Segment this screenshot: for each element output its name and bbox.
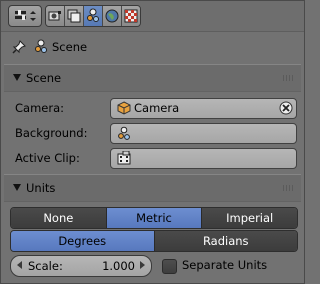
unit-system-none[interactable]: None: [11, 208, 107, 228]
camera-field[interactable]: Camera: [110, 98, 297, 119]
tab-texture[interactable]: [122, 6, 140, 26]
clear-field-icon[interactable]: [279, 101, 293, 115]
properties-editor: Scene Scene Camera: Camera Background: A…: [0, 0, 305, 284]
collapse-triangle-icon: [13, 184, 21, 191]
context-path: Scene: [1, 32, 304, 62]
scene-icon: [87, 8, 99, 22]
rotation-units-selector: Degrees Radians: [10, 230, 298, 252]
background-row: Background:: [4, 123, 301, 145]
tab-render-layers[interactable]: [65, 6, 84, 26]
units-panel-title: Units: [26, 181, 56, 195]
unit-system-metric[interactable]: Metric: [106, 208, 203, 228]
scale-label: Scale:: [28, 259, 63, 273]
camera-cube-icon: [117, 101, 131, 115]
scene-panel-title: Scene: [26, 71, 62, 85]
scene-panel: Scene Camera: Camera Background: Active …: [4, 64, 301, 174]
units-panel-header[interactable]: Units: [4, 174, 301, 202]
unit-system-selector: None Metric Imperial: [10, 207, 298, 229]
rotation-degrees[interactable]: Degrees: [11, 231, 155, 251]
scale-value: 1.000: [102, 259, 135, 273]
active-clip-field[interactable]: [110, 148, 297, 169]
separate-units-label: Separate Units: [182, 258, 268, 272]
active-clip-row: Active Clip:: [4, 148, 301, 170]
movie-clip-icon: [117, 151, 131, 165]
context-tabs: [45, 5, 141, 27]
unit-system-imperial[interactable]: Imperial: [202, 208, 297, 228]
scene-icon: [118, 126, 130, 140]
render-layers-icon: [67, 9, 81, 23]
camera-label: Camera:: [15, 101, 65, 115]
properties-editor-icon: [15, 10, 36, 21]
tab-render[interactable]: [46, 6, 65, 26]
texture-icon: [124, 9, 138, 23]
drag-grip-icon[interactable]: [283, 75, 295, 81]
scene-panel-header[interactable]: Scene: [4, 64, 301, 92]
editor-type-selector[interactable]: [8, 5, 42, 27]
tab-world[interactable]: [103, 6, 122, 26]
collapse-triangle-icon: [13, 74, 21, 81]
decrement-arrow-icon[interactable]: [17, 261, 22, 269]
rotation-radians[interactable]: Radians: [154, 231, 297, 251]
pin-icon[interactable]: [11, 39, 27, 55]
separate-units-checkbox[interactable]: [162, 259, 177, 274]
camera-row: Camera: Camera: [4, 98, 301, 120]
units-panel: Units None Metric Imperial Degrees Radia…: [4, 174, 301, 280]
background-label: Background:: [15, 126, 88, 140]
render-icon: [48, 11, 61, 21]
scene-icon: [35, 39, 47, 53]
camera-value: Camera: [134, 101, 180, 115]
context-path-label: Scene: [52, 40, 88, 54]
background-field[interactable]: [110, 123, 297, 144]
active-clip-label: Active Clip:: [15, 151, 80, 165]
increment-arrow-icon[interactable]: [140, 261, 145, 269]
world-icon: [105, 9, 119, 23]
scale-slider[interactable]: Scale: 1.000: [10, 255, 152, 277]
tab-scene[interactable]: [84, 6, 103, 26]
properties-header: [1, 1, 304, 32]
drag-grip-icon[interactable]: [283, 185, 295, 191]
